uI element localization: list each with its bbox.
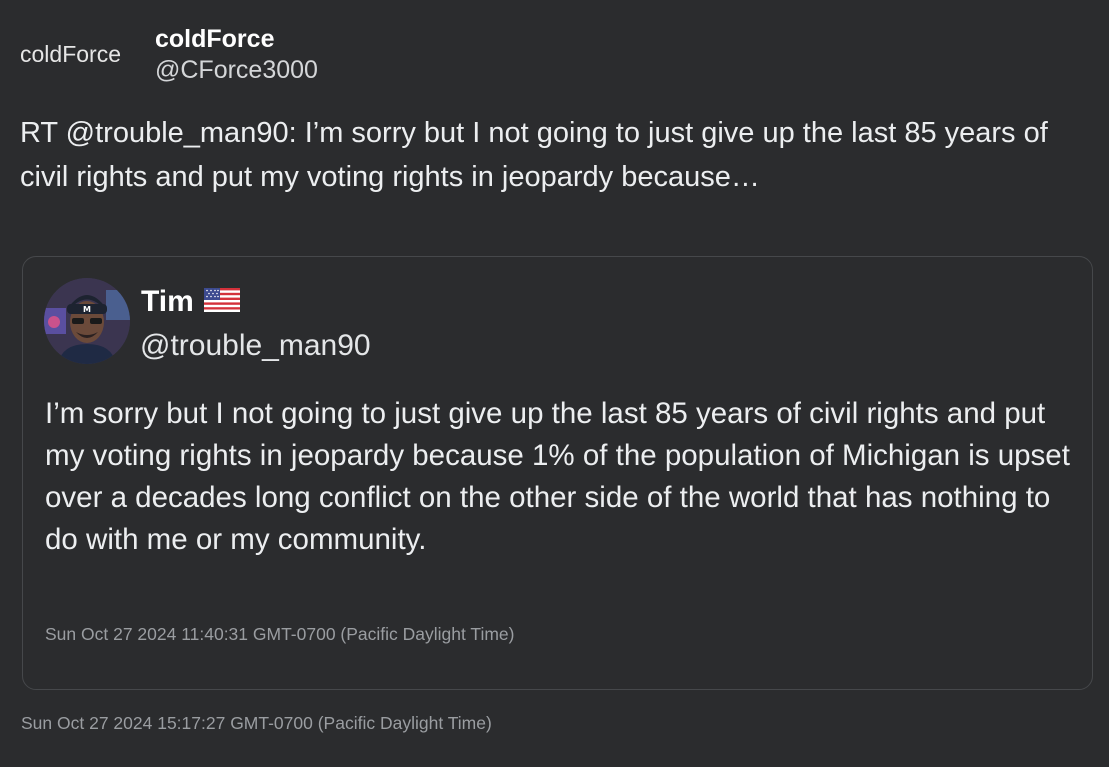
author-names: coldForce @CForce3000 bbox=[155, 24, 318, 86]
quoted-display-name[interactable]: Tim bbox=[141, 285, 194, 319]
author-handle[interactable]: @CForce3000 bbox=[155, 54, 318, 86]
quoted-tweet-timestamp[interactable]: Sun Oct 27 2024 11:40:31 GMT-0700 (Pacif… bbox=[45, 624, 515, 645]
tweet-timestamp[interactable]: Sun Oct 27 2024 15:17:27 GMT-0700 (Pacif… bbox=[21, 713, 492, 734]
us-flag-icon bbox=[203, 287, 240, 317]
tweet-text: RT @trouble_man90: I’m sorry but I not g… bbox=[20, 117, 1048, 193]
quoted-author-avatar[interactable]: M bbox=[44, 278, 130, 364]
author-header: coldForce coldForce @CForce3000 bbox=[20, 24, 318, 86]
svg-text:M: M bbox=[83, 305, 91, 314]
quoted-tweet-text: I’m sorry but I not going to just give u… bbox=[45, 397, 1070, 556]
author-avatar-alt-text[interactable]: coldForce bbox=[20, 41, 155, 68]
quoted-author-handle[interactable]: @trouble_man90 bbox=[140, 329, 371, 363]
author-display-name[interactable]: coldForce bbox=[155, 24, 318, 54]
tweet-page: coldForce coldForce @CForce3000 RT @trou… bbox=[0, 0, 1109, 767]
quoted-tweet-card[interactable]: M Tim @trouble_man90 I’m sorry but I not… bbox=[22, 256, 1093, 690]
quoted-name-row: Tim bbox=[141, 285, 240, 319]
